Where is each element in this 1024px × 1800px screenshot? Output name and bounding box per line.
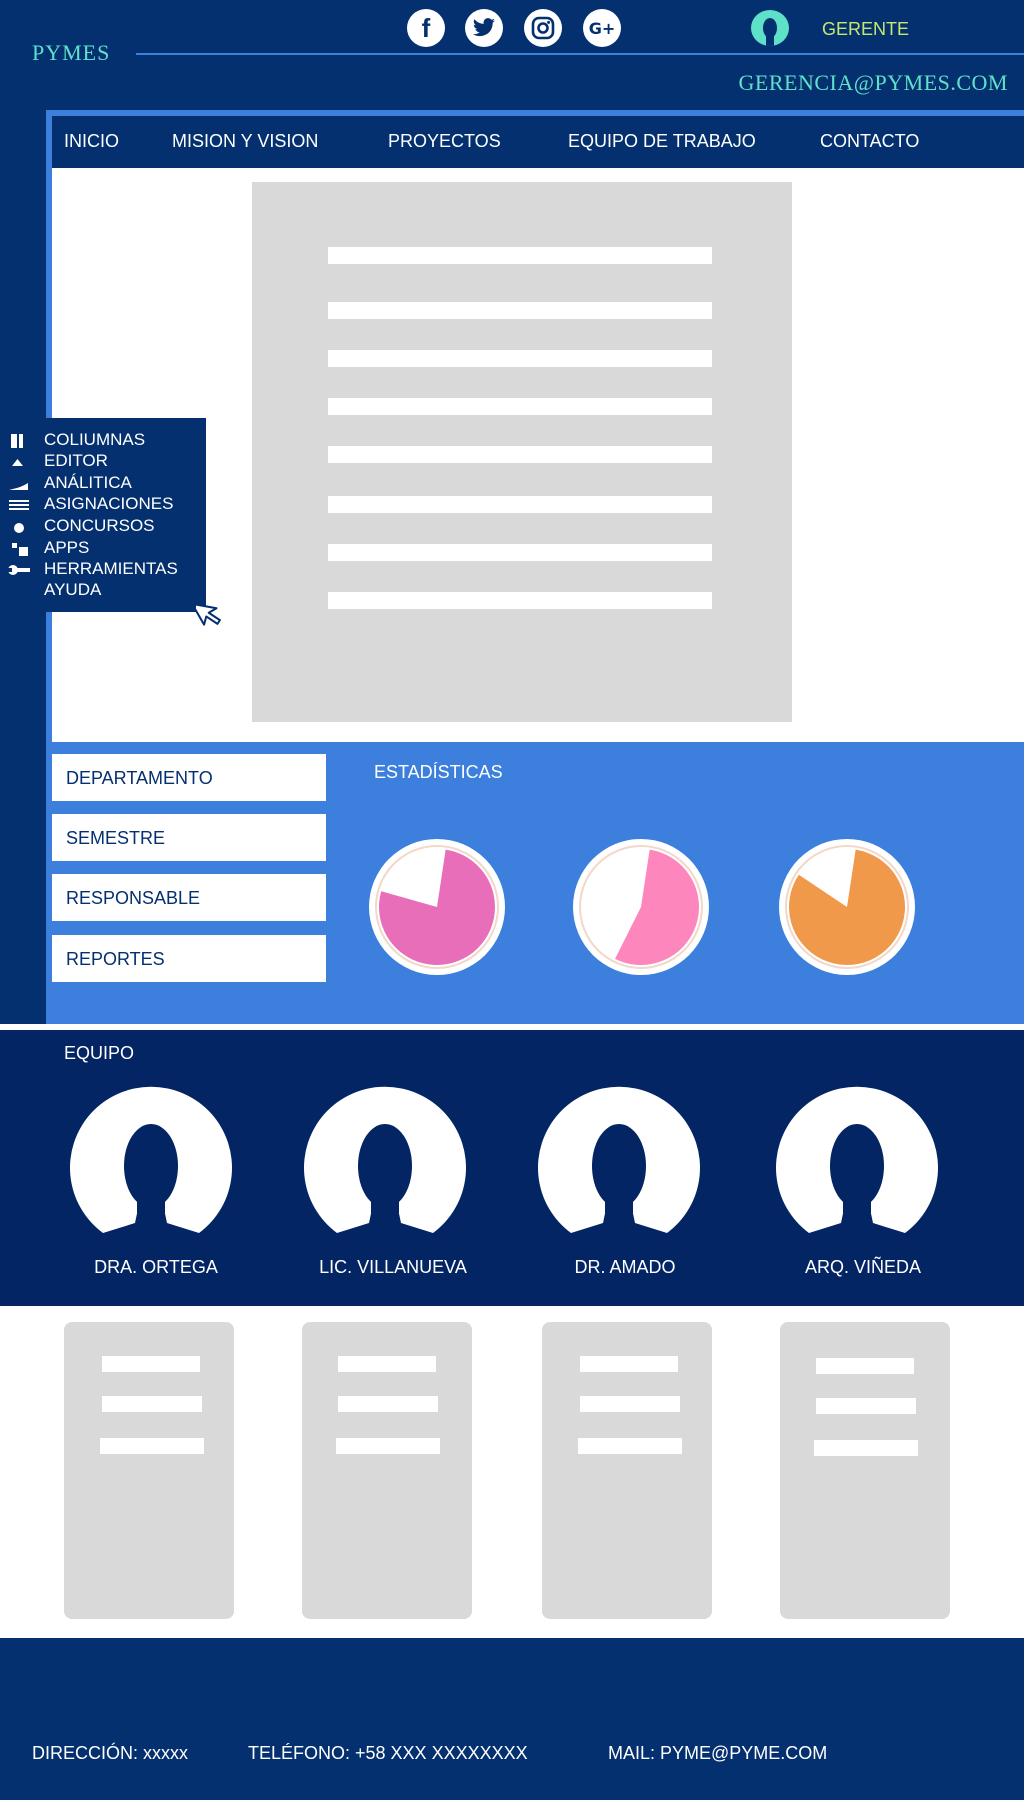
dot-icon bbox=[14, 523, 24, 533]
top-navigation: INICIO MISION Y VISION PROYECTOS EQUIPO … bbox=[52, 116, 1024, 168]
member-info-card bbox=[780, 1322, 950, 1619]
filter-semestre-button[interactable]: SEMESTRE bbox=[52, 814, 326, 861]
stat-pie-3 bbox=[779, 839, 915, 975]
nav-item-equipo[interactable]: EQUIPO DE TRABAJO bbox=[568, 131, 756, 152]
filter-label: REPORTES bbox=[66, 949, 165, 969]
side-menu-label: CONCURSOS bbox=[44, 516, 155, 535]
placeholder-line bbox=[328, 247, 712, 264]
footer-address: DIRECCIÓN: xxxxx bbox=[32, 1743, 189, 1763]
placeholder-line bbox=[328, 446, 712, 463]
stat-pie-1 bbox=[369, 839, 505, 975]
footer bbox=[0, 1638, 1024, 1800]
team-member-name: DR. AMADO bbox=[574, 1257, 676, 1277]
side-menu-item-ayuda[interactable]: AYUDA bbox=[0, 580, 200, 602]
area-chart-icon bbox=[9, 483, 28, 490]
member-info-card bbox=[302, 1322, 472, 1619]
side-menu-label: ASIGNACIONES bbox=[44, 494, 174, 513]
placeholder-line bbox=[328, 350, 712, 367]
facebook-glyph: f bbox=[421, 12, 431, 43]
footer-mail[interactable]: MAIL: PYME@PYME.COM bbox=[608, 1743, 827, 1764]
footer-phone[interactable]: TELÉFONO: +58 XXX XXXXXXXX bbox=[248, 1743, 528, 1764]
columns-icon bbox=[11, 434, 23, 448]
google-plus-icon[interactable]: G+ bbox=[583, 9, 621, 47]
team-title: EQUIPO bbox=[64, 1043, 135, 1063]
header-email[interactable]: GERENCIA@PYMES.COM bbox=[739, 70, 1008, 96]
mouse-cursor-icon bbox=[196, 602, 221, 626]
lines-icon bbox=[9, 500, 29, 510]
filter-label: SEMESTRE bbox=[66, 828, 166, 848]
side-menu-label: APPS bbox=[44, 538, 90, 557]
team-member-name: LIC. VILLANUEVA bbox=[319, 1257, 467, 1277]
team-member-name: DRA. ORTEGA bbox=[94, 1257, 218, 1277]
user-role-label[interactable]: GERENTE bbox=[822, 19, 909, 40]
nav-item-contacto[interactable]: CONTACTO bbox=[820, 131, 919, 152]
team-member-name: ARQ. VIÑEDA bbox=[804, 1257, 922, 1277]
google-plus-glyph: G+ bbox=[588, 18, 616, 38]
side-menu-label: COLIUMNAS bbox=[44, 430, 146, 449]
filter-departamento-button[interactable]: DEPARTAMENTO bbox=[52, 754, 326, 801]
wrench-icon bbox=[8, 565, 30, 575]
instagram-icon[interactable] bbox=[524, 9, 562, 47]
filter-responsable-button[interactable]: RESPONSABLE bbox=[52, 874, 326, 921]
nav-item-proyectos[interactable]: PROYECTOS bbox=[388, 131, 501, 152]
twitter-glyph bbox=[473, 18, 495, 37]
avatar-icon[interactable] bbox=[537, 1086, 701, 1236]
placeholder-line bbox=[328, 496, 712, 513]
placeholder-line bbox=[328, 544, 712, 561]
side-menu-label: AYUDA bbox=[44, 580, 102, 599]
side-menu-label: ANÁLITICA bbox=[44, 473, 132, 492]
triangle-icon bbox=[12, 459, 23, 466]
twitter-icon[interactable] bbox=[465, 9, 503, 47]
member-info-card bbox=[542, 1322, 712, 1619]
stats-title: ESTADÍSTICAS bbox=[374, 762, 503, 782]
side-menu-item-columnas[interactable]: COLIUMNAS bbox=[0, 430, 200, 452]
user-avatar-icon[interactable] bbox=[751, 10, 789, 46]
placeholder-line bbox=[328, 302, 712, 319]
apps-icon bbox=[12, 543, 28, 556]
placeholder-line bbox=[328, 592, 712, 609]
side-menu-item-asignaciones[interactable]: ASIGNACIONES bbox=[0, 494, 200, 516]
side-menu-label: EDITOR bbox=[44, 451, 108, 470]
avatar-icon[interactable] bbox=[303, 1086, 467, 1236]
side-menu-item-concursos[interactable]: CONCURSOS bbox=[0, 516, 200, 538]
filter-label: RESPONSABLE bbox=[66, 888, 201, 908]
brand-logo-text[interactable]: PYMES bbox=[32, 40, 110, 66]
instagram-glyph bbox=[531, 16, 555, 40]
side-menu-item-herramientas[interactable]: HERRAMIENTAS bbox=[0, 559, 200, 581]
side-menu-item-apps[interactable]: APPS bbox=[0, 538, 200, 560]
nav-item-inicio[interactable]: INICIO bbox=[64, 131, 119, 152]
member-info-card bbox=[64, 1322, 234, 1619]
facebook-icon[interactable]: f bbox=[407, 9, 445, 47]
floating-side-menu: COLIUMNAS EDITOR ANÁLITICA ASIGNACIONES … bbox=[0, 418, 206, 612]
filter-label: DEPARTAMENTO bbox=[66, 768, 213, 788]
side-menu-item-analitica[interactable]: ANÁLITICA bbox=[0, 473, 200, 495]
avatar-icon[interactable] bbox=[69, 1086, 233, 1236]
filter-reportes-button[interactable]: REPORTES bbox=[52, 935, 326, 982]
header-divider bbox=[136, 53, 1024, 55]
side-menu-item-editor[interactable]: EDITOR bbox=[0, 451, 200, 473]
avatar-icon[interactable] bbox=[775, 1086, 939, 1236]
stat-pie-2 bbox=[573, 839, 709, 975]
placeholder-line bbox=[328, 398, 712, 415]
nav-item-mision-vision[interactable]: MISION Y VISION bbox=[172, 131, 318, 152]
side-menu-label: HERRAMIENTAS bbox=[44, 559, 178, 578]
